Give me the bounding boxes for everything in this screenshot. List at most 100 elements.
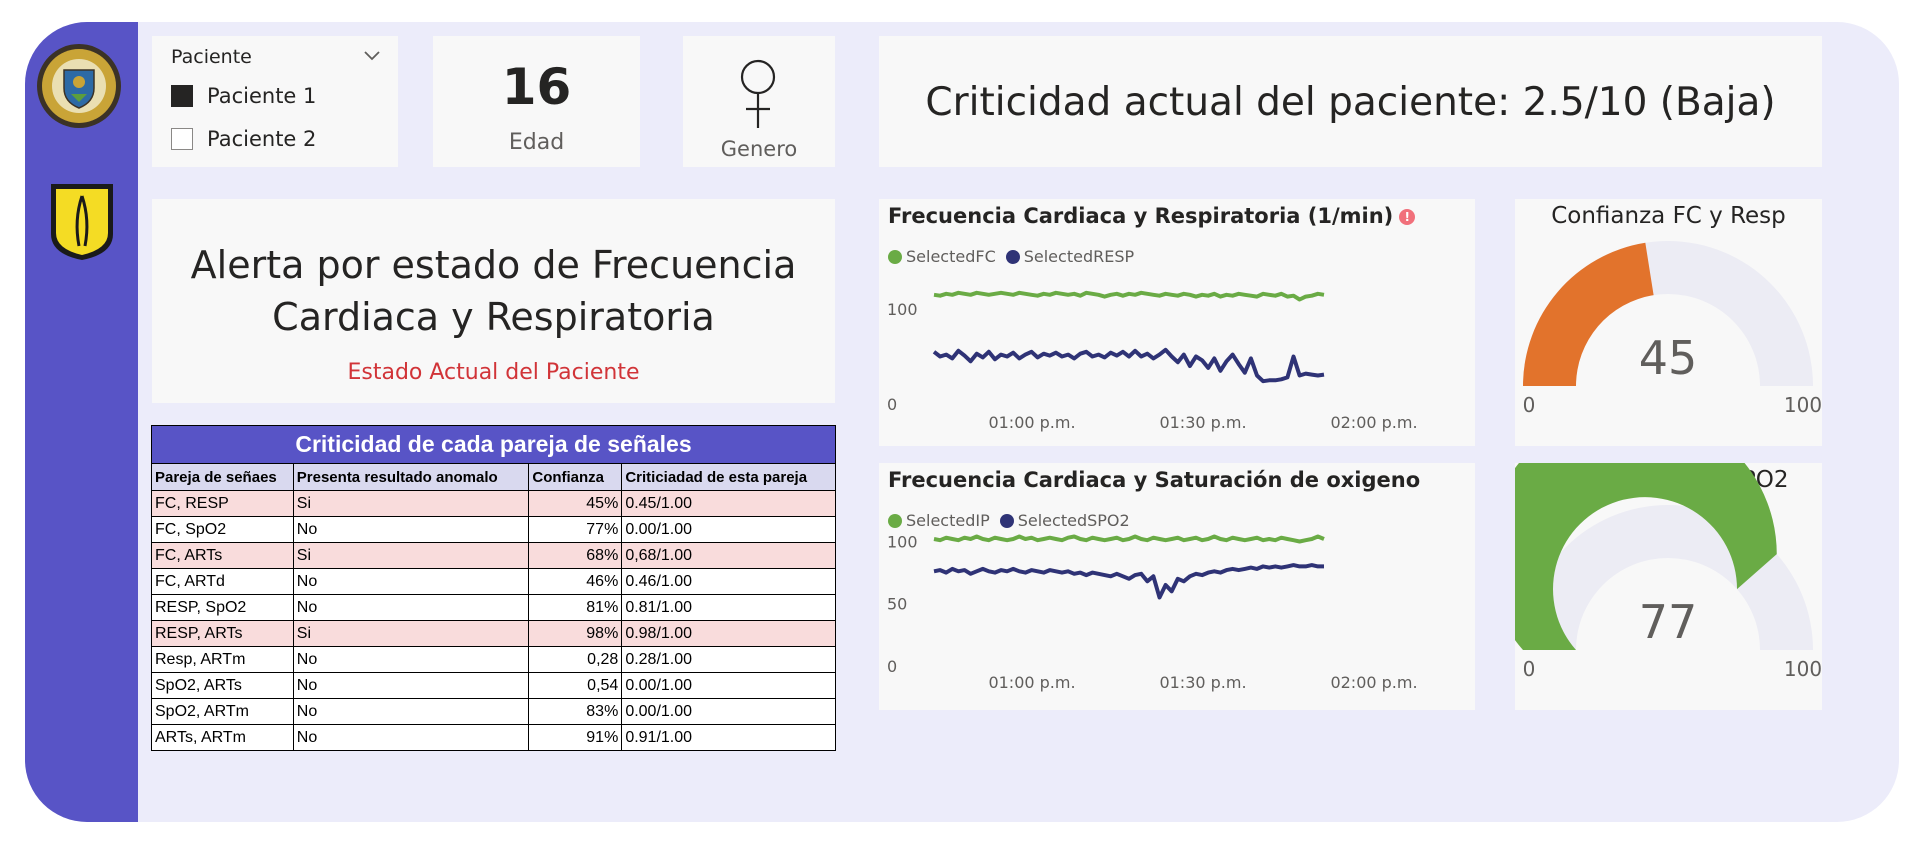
table-cell: 0.28/1.00 bbox=[621, 646, 836, 673]
y-tick-label: 0 bbox=[887, 657, 897, 676]
table-body: FC, RESP Si 45% 0.45/1.00 FC, SpO2 No 77% 0.00/… bbox=[151, 490, 836, 751]
table-cell: 98% bbox=[528, 620, 623, 647]
legend-label: SelectedSPO2 bbox=[1017, 511, 1130, 530]
slicer-option-paciente-2[interactable]: Paciente 2 bbox=[171, 126, 316, 152]
gauge-fill[interactable] bbox=[1523, 242, 1654, 386]
x-tick-label: 02:00 p.m. bbox=[1330, 413, 1417, 432]
university-shield-icon bbox=[51, 184, 113, 260]
table-cell: 0,28 bbox=[528, 646, 623, 673]
chart-legend: SelectedFC SelectedRESP bbox=[888, 247, 1134, 266]
alert-card: Alerta por estado de Frecuencia Cardiaca… bbox=[152, 199, 835, 403]
checkbox-unchecked[interactable] bbox=[171, 128, 193, 150]
x-tick-label: 02:00 p.m. bbox=[1330, 673, 1417, 692]
table-row: FC, SpO2 No 77% 0.00/1.00 bbox=[151, 516, 836, 543]
gauge-max-label: 100 bbox=[1784, 657, 1822, 681]
column-header: Criticiadad de esta pareja bbox=[621, 463, 836, 491]
female-icon bbox=[740, 59, 776, 128]
legend-dot bbox=[1005, 249, 1020, 264]
table-cell: 0.45/1.00 bbox=[621, 490, 836, 517]
slicer-option-label: Paciente 2 bbox=[207, 127, 317, 151]
chart-legend: SelectedIP SelectedSPO2 bbox=[888, 511, 1130, 530]
table-cell: 0.00/1.00 bbox=[621, 516, 836, 543]
series-line-SelectedRESP[interactable] bbox=[932, 347, 1325, 384]
confidence-fc-spo2-gauge: Confianza FC y SPO2 770100 bbox=[1515, 463, 1822, 710]
column-header: Pareja de señaes bbox=[151, 463, 294, 491]
table-cell: 0.98/1.00 bbox=[621, 620, 836, 647]
chart-title: Frecuencia Cardiaca y Respiratoria (1/mi… bbox=[888, 204, 1416, 228]
alert-title: Alerta por estado de Frecuencia Cardiaca… bbox=[190, 243, 797, 339]
age-value: 16 bbox=[501, 58, 572, 116]
table-cell: 0,68/1.00 bbox=[621, 542, 836, 569]
legend-dot bbox=[888, 513, 902, 528]
table-cell: 0.00/1.00 bbox=[621, 698, 836, 725]
table-row: FC, ARTs Si 68% 0,68/1.00 bbox=[151, 542, 836, 569]
gauge-plot: 77 0 100 bbox=[1515, 463, 1822, 681]
legend-item[interactable]: SelectedFC bbox=[888, 247, 996, 266]
table-cell: No bbox=[292, 594, 530, 621]
table-row: SpO2, ARTs No 0,54 0.00/1.00 bbox=[151, 672, 836, 699]
y-tick-label: 100 bbox=[887, 300, 918, 319]
table-cell: No bbox=[292, 698, 530, 725]
table-cell: 68% bbox=[528, 542, 623, 569]
table-cell: 45% bbox=[528, 490, 623, 517]
legend-dot bbox=[888, 249, 902, 264]
slicer-option-paciente-1[interactable]: Paciente 1 bbox=[171, 83, 316, 109]
table-cell: No bbox=[292, 516, 530, 543]
heart-resp-rate-chart: 0 100 01:00 p.m. 01:30 p.m. 02:00 p.m. Frecu… bbox=[879, 199, 1475, 446]
table-cell: FC, RESP bbox=[151, 490, 294, 517]
table-row: RESP, ARTs Si 98% 0.98/1.00 bbox=[151, 620, 836, 647]
table-cell: RESP, SpO2 bbox=[151, 594, 294, 621]
table-row: Resp, ARTm No 0,28 0.28/1.00 bbox=[151, 646, 836, 673]
table-cell: FC, SpO2 bbox=[151, 516, 294, 543]
age-card: 16 Edad bbox=[433, 36, 640, 167]
legend-label: SelectedIP bbox=[906, 511, 990, 530]
gauge-plot: 45 0 100 bbox=[1523, 241, 1822, 417]
legend-label: SelectedRESP bbox=[1023, 247, 1135, 266]
table-title: Criticidad de cada pareja de señales bbox=[151, 425, 836, 464]
table-cell: 91% bbox=[528, 724, 623, 751]
military-hospital-seal-icon bbox=[37, 44, 121, 128]
x-tick-label: 01:30 p.m. bbox=[1159, 413, 1246, 432]
table-cell: Si bbox=[292, 620, 530, 647]
column-header: Confianza bbox=[528, 463, 623, 491]
legend-item[interactable]: SelectedRESP bbox=[1005, 247, 1135, 266]
table-cell: 0.46/1.00 bbox=[621, 568, 836, 595]
table-row: FC, ARTd No 46% 0.46/1.00 bbox=[151, 568, 836, 595]
heart-spo2-chart: 0 50 100 01:00 p.m. 01:30 p.m. 02:00 p.m. Fre… bbox=[879, 463, 1475, 710]
table-cell: 0,54 bbox=[528, 672, 623, 699]
series-line-SelectedSPO2[interactable] bbox=[933, 563, 1324, 600]
gender-label: Genero bbox=[720, 137, 798, 161]
table-row: SpO2, ARTm No 83% 0.00/1.00 bbox=[151, 698, 836, 725]
table-cell: RESP, ARTs bbox=[151, 620, 294, 647]
chart-plot: 0 100 01:00 p.m. 01:30 p.m. 02:00 p.m. bbox=[887, 290, 1418, 432]
chevron-down-icon[interactable] bbox=[362, 46, 382, 66]
table-cell: 77% bbox=[528, 516, 623, 543]
chart-plot: 0 50 100 01:00 p.m. 01:30 p.m. 02:00 p.m. bbox=[887, 532, 1418, 692]
legend-item[interactable]: SelectedIP bbox=[888, 511, 990, 530]
table-row: FC, RESP Si 45% 0.45/1.00 bbox=[151, 490, 836, 517]
gauge-min-label: 0 bbox=[1523, 657, 1536, 681]
slicer-title: Paciente bbox=[171, 46, 252, 68]
table-cell: 46% bbox=[528, 568, 623, 595]
legend-item[interactable]: SelectedSPO2 bbox=[999, 511, 1130, 530]
table-cell: SpO2, ARTs bbox=[151, 672, 294, 699]
table-cell: No bbox=[292, 724, 530, 751]
legend-dot bbox=[999, 513, 1014, 528]
table-cell: 0.91/1.00 bbox=[621, 724, 836, 751]
table-cell: 83% bbox=[528, 698, 623, 725]
table-cell: Si bbox=[292, 490, 530, 517]
age-label: Edad bbox=[508, 130, 565, 155]
table-cell: Si bbox=[292, 542, 530, 569]
table-cell: 81% bbox=[528, 594, 623, 621]
series-line-SelectedFC[interactable] bbox=[933, 290, 1325, 302]
alert-icon[interactable]: ! bbox=[1399, 209, 1416, 225]
checkbox-checked[interactable] bbox=[171, 85, 193, 107]
gauge-max-label: 100 bbox=[1784, 393, 1822, 417]
table-cell: 0.81/1.00 bbox=[621, 594, 836, 621]
table-row: ARTs, ARTm No 91% 0.91/1.00 bbox=[151, 724, 836, 751]
y-tick-label: 50 bbox=[887, 595, 907, 614]
series-line-SelectedIP[interactable] bbox=[933, 534, 1325, 544]
criticality-text: Criticidad actual del paciente: 2.5/10 (… bbox=[925, 80, 1776, 125]
table-cell: No bbox=[292, 568, 530, 595]
column-header: Presenta resultado anomalo bbox=[292, 463, 530, 491]
